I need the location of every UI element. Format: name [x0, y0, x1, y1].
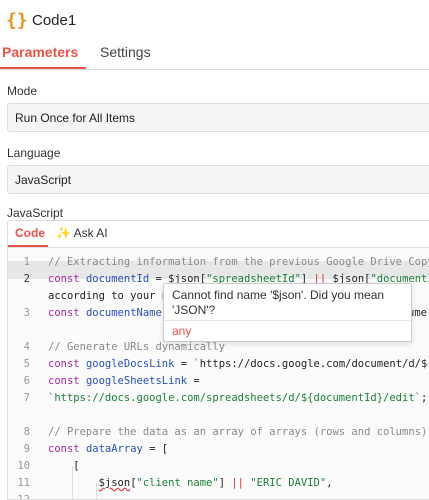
- language-label: Language: [7, 146, 61, 160]
- code-line: [: [48, 460, 80, 472]
- line-number: 2: [23, 273, 30, 285]
- active-code-tab-indicator: [8, 245, 48, 247]
- node-header: {} Code1: [0, 0, 429, 40]
- javascript-label: JavaScript: [7, 206, 64, 220]
- mode-label: Mode: [7, 84, 38, 98]
- tab-ask-ai[interactable]: ✨ Ask AI: [56, 226, 108, 240]
- line-number: 1: [23, 256, 30, 268]
- line-number: 3: [23, 307, 30, 319]
- code-line: // Prepare the data as an array of array…: [48, 426, 428, 438]
- language-value: JavaScript: [15, 172, 72, 187]
- panel-tabs: Parameters Settings: [0, 40, 429, 70]
- code-line: // Generate URLs dynamically: [48, 341, 226, 353]
- code-line: const dataArray = [: [48, 443, 169, 455]
- tab-code[interactable]: Code: [15, 226, 45, 240]
- code-line: // Extracting information from the previ…: [48, 256, 429, 268]
- tab-settings[interactable]: Settings: [100, 44, 151, 60]
- line-number: 11: [17, 477, 30, 489]
- code-line: according to your n: [48, 290, 169, 302]
- code-line: const googleSheetsLink =: [48, 375, 200, 387]
- line-number: 4: [23, 341, 30, 353]
- line-number: 8: [23, 426, 30, 438]
- type-error-tooltip: Cannot find name '$json'. Did you mean '…: [163, 283, 412, 342]
- tooltip-divider: [164, 320, 411, 321]
- line-number: 9: [23, 443, 30, 455]
- code-line: `https://docs.google.com/spreadsheets/d/…: [48, 392, 428, 404]
- language-select[interactable]: JavaScript: [7, 165, 429, 194]
- line-number: 10: [17, 460, 30, 472]
- tab-parameters[interactable]: Parameters: [2, 44, 78, 60]
- tooltip-type: any: [172, 324, 192, 338]
- tooltip-message: Cannot find name '$json'. Did you mean '…: [172, 288, 385, 317]
- code-braces-icon: {}: [6, 9, 28, 31]
- active-tab-indicator: [0, 67, 86, 69]
- code-tabs: Code ✨ Ask AI: [8, 221, 429, 248]
- code-panel: Code ✨ Ask AI 1 2 3 4 5 6 7 8 9 10 11 12…: [7, 220, 429, 500]
- line-number: 7: [23, 392, 30, 404]
- line-number: 5: [23, 358, 30, 370]
- mode-select[interactable]: Run Once for All Items: [7, 103, 429, 132]
- line-number: 6: [23, 375, 30, 387]
- mode-value: Run Once for All Items: [15, 110, 136, 125]
- code-line: $json["client name"] || "ERIC DAVID",: [98, 477, 333, 489]
- line-number: 12: [17, 494, 30, 500]
- code-line: const googleDocsLink = `https://docs.goo…: [48, 358, 429, 370]
- node-title[interactable]: Code1: [32, 12, 76, 29]
- code-line: const documentName: [48, 307, 162, 319]
